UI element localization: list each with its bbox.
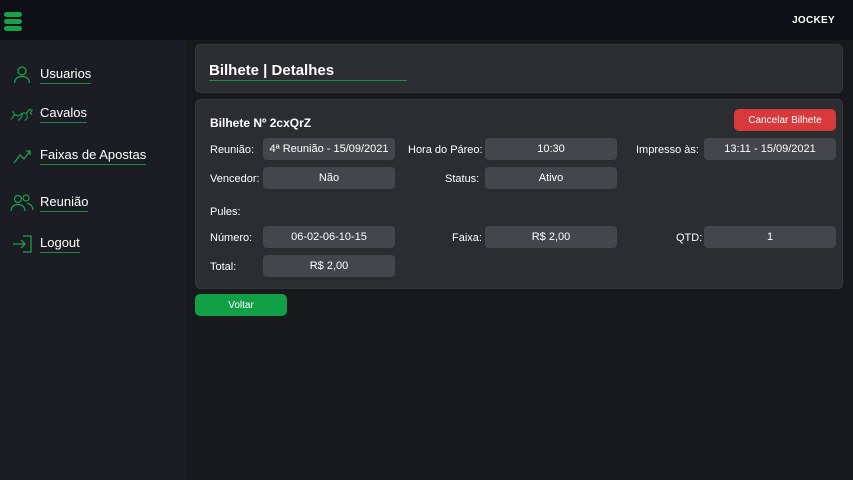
- cancel-ticket-button[interactable]: Cancelar Bilhete: [734, 109, 836, 131]
- sidebar-item-label: Cavalos: [40, 105, 87, 123]
- total-label: Total:: [210, 261, 237, 273]
- vencedor-value: Não: [263, 167, 395, 189]
- sidebar: Usuarios Cavalos Faixas de Apostas Reuni…: [0, 40, 186, 480]
- impresso-value: 13:11 - 15/09/2021: [704, 138, 836, 160]
- logout-icon: [10, 234, 34, 254]
- faixa-label: Faixa:: [452, 232, 482, 244]
- status-label: Status:: [445, 173, 480, 185]
- sidebar-item-faixas-de-apostas[interactable]: Faixas de Apostas: [10, 145, 147, 167]
- numero-label: Número:: [210, 232, 253, 244]
- sidebar-item-logout[interactable]: Logout: [10, 233, 80, 255]
- reuniao-value: 4ª Reunião - 15/09/2021: [263, 138, 395, 160]
- reuniao-label: Reunião:: [210, 144, 255, 156]
- sidebar-item-label: Reunião: [40, 194, 89, 212]
- users-group-icon: [10, 193, 34, 213]
- sidebar-item-cavalos[interactable]: Cavalos: [10, 103, 87, 125]
- hamburger-menu-icon[interactable]: [4, 12, 22, 31]
- sidebar-item-label: Usuarios: [40, 66, 92, 84]
- sidebar-item-reuniao[interactable]: Reunião: [10, 192, 89, 214]
- trend-chart-icon: [10, 146, 34, 166]
- numero-value: 06-02-06-10-15: [263, 226, 395, 248]
- back-button[interactable]: Voltar: [195, 294, 287, 316]
- brand-name: JOCKEY: [792, 15, 835, 26]
- sidebar-item-label: Logout: [40, 235, 80, 253]
- status-value: Ativo: [485, 167, 617, 189]
- total-value: R$ 2,00: [263, 255, 395, 277]
- qtd-label: QTD:: [676, 232, 703, 244]
- ticket-number-title: Bilhete Nº 2cxQrZ: [210, 116, 312, 130]
- hora-pareo-label: Hora do Páreo:: [408, 144, 483, 156]
- hora-pareo-value: 10:30: [485, 138, 617, 160]
- page-title: Bilhete | Detalhes: [209, 62, 407, 81]
- user-icon: [10, 65, 34, 85]
- qtd-value: 1: [704, 226, 836, 248]
- sidebar-item-usuarios[interactable]: Usuarios: [10, 64, 92, 86]
- horse-icon: [10, 104, 34, 124]
- top-bar: JOCKEY: [0, 0, 853, 40]
- pules-heading: Pules:: [210, 206, 241, 218]
- faixa-value: R$ 2,00: [485, 226, 617, 248]
- impresso-label: Impresso às:: [636, 144, 699, 156]
- vencedor-label: Vencedor:: [210, 173, 260, 185]
- page-header: Bilhete | Detalhes: [195, 44, 843, 93]
- sidebar-item-label: Faixas de Apostas: [40, 147, 147, 165]
- ticket-details-panel: Bilhete Nº 2cxQrZ Cancelar Bilhete Reuni…: [195, 99, 843, 289]
